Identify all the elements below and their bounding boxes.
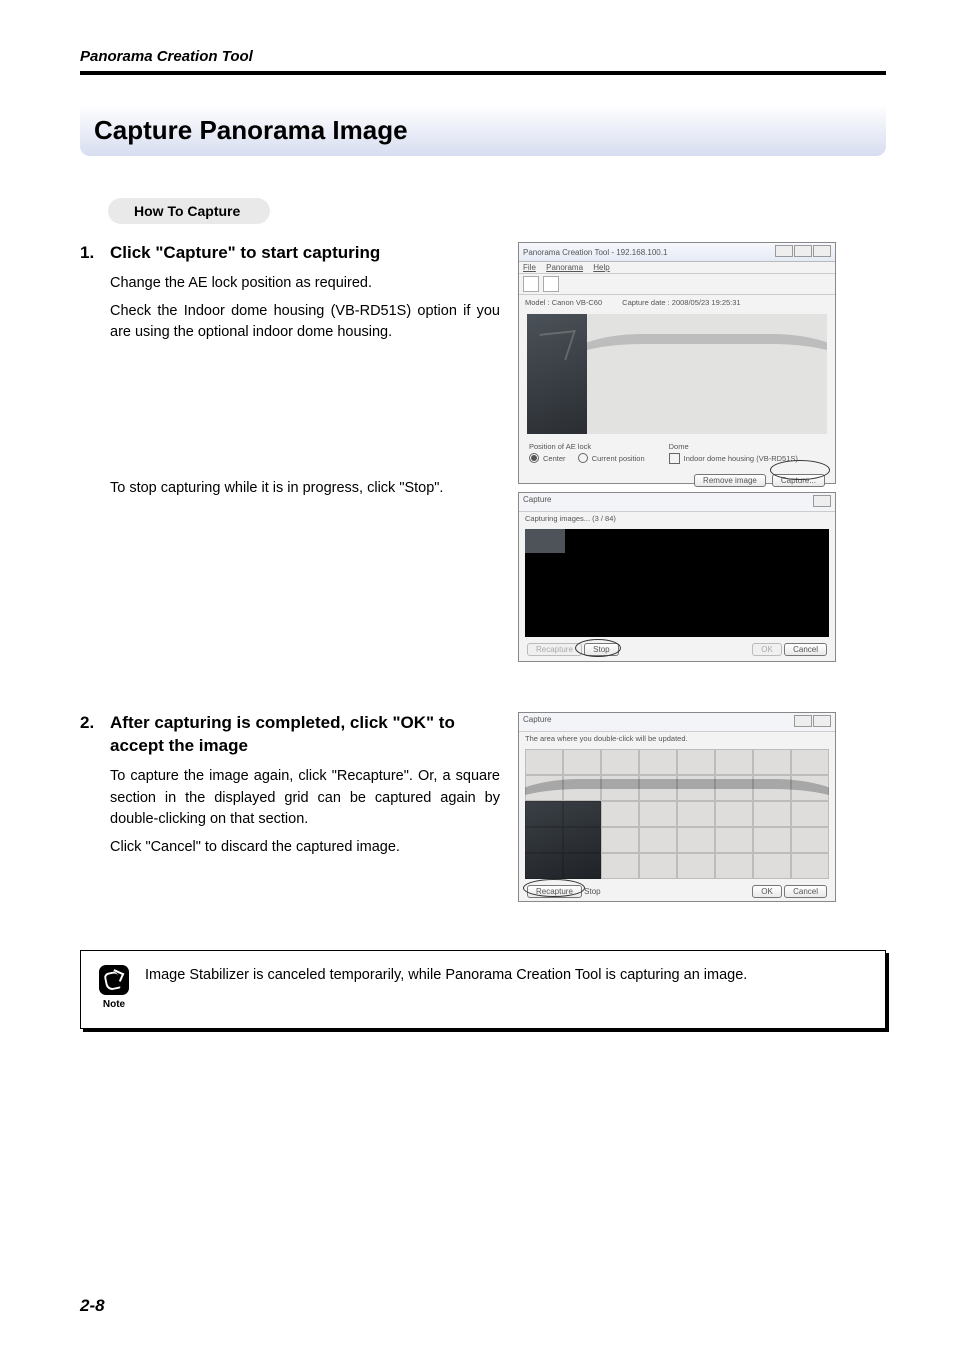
step-text: Change the AE lock position as required. [110, 273, 500, 295]
step-1: 1. Click "Capture" to start capturing Ch… [80, 242, 886, 662]
toolbar-icon[interactable] [543, 276, 559, 292]
radio-center-label: Center [543, 454, 566, 463]
screenshot-capture-progress: Capture Capturing images... (3 / 84) Rec… [518, 492, 836, 662]
toolbar-icon[interactable] [523, 276, 539, 292]
model-value: Canon VB-C60 [552, 298, 602, 307]
step-number: 2. [80, 713, 100, 733]
screenshot-main-window: Panorama Creation Tool - 192.168.100.1 F… [518, 242, 836, 484]
radio-current[interactable] [578, 453, 588, 463]
ok-button: OK [752, 643, 782, 656]
header-rule [80, 71, 886, 75]
toolbar [519, 274, 835, 295]
note-label: Note [103, 997, 125, 1012]
remove-image-button[interactable]: Remove image [694, 474, 766, 487]
step-2: 2. After capturing is completed, click "… [80, 712, 886, 902]
step-text: Check the Indoor dome housing (VB-RD51S)… [110, 301, 500, 345]
menu-help[interactable]: Help [593, 263, 609, 272]
cancel-button[interactable]: Cancel [784, 643, 827, 656]
capture-date-label: Capture date : [622, 298, 670, 307]
page-number: 2-8 [80, 1296, 105, 1316]
radio-current-label: Current position [592, 454, 645, 463]
ok-button[interactable]: OK [752, 885, 782, 898]
step-heading: Click "Capture" to start capturing [110, 242, 380, 265]
step-text: To capture the image again, click "Recap… [110, 766, 500, 831]
recapture-button: Recapture [527, 643, 582, 656]
cancel-button[interactable]: Cancel [784, 885, 827, 898]
stop-button: Stop [584, 887, 600, 896]
note-box: Note Image Stabilizer is canceled tempor… [80, 950, 886, 1029]
running-header: Panorama Creation Tool [80, 48, 886, 65]
step-text: To stop capturing while it is in progres… [110, 478, 500, 500]
ae-lock-group-label: Position of AE lock [529, 442, 645, 451]
note-icon [99, 965, 129, 995]
capture-result-preview[interactable] [525, 749, 829, 879]
checkbox-dome-label: Indoor dome housing (VB-RD51S) [684, 454, 798, 463]
checkbox-dome[interactable] [669, 453, 680, 464]
window-controls[interactable] [774, 245, 831, 259]
stop-button[interactable]: Stop [584, 643, 618, 656]
menu-panorama[interactable]: Panorama [546, 263, 583, 272]
radio-center[interactable] [529, 453, 539, 463]
step-heading: After capturing is completed, click "OK"… [110, 712, 500, 758]
capture-date-value: 2008/05/23 19:25:31 [672, 298, 741, 307]
panorama-preview [527, 314, 827, 434]
model-label: Model : [525, 298, 550, 307]
progress-text: Capturing images... (3 / 84) [519, 512, 835, 525]
window-controls[interactable] [793, 715, 831, 729]
recapture-button[interactable]: Recapture [527, 885, 582, 898]
capture-button[interactable]: Capture... [772, 474, 825, 487]
chapter-bar: Capture Panorama Image [80, 105, 886, 156]
chapter-title: Capture Panorama Image [94, 115, 872, 146]
dome-group-label: Dome [669, 442, 798, 451]
dialog-message: The area where you double-click will be … [519, 732, 835, 745]
close-icon[interactable] [812, 495, 831, 509]
screenshot-capture-complete: Capture The area where you double-click … [518, 712, 836, 902]
window-title: Panorama Creation Tool - 192.168.100.1 [523, 248, 667, 257]
menu-bar[interactable]: File Panorama Help [519, 262, 835, 274]
capture-preview [525, 529, 829, 637]
note-text: Image Stabilizer is canceled temporarily… [145, 965, 747, 987]
dialog-title: Capture [523, 495, 551, 509]
step-number: 1. [80, 243, 100, 263]
step-text: Click "Cancel" to discard the captured i… [110, 837, 500, 859]
menu-file[interactable]: File [523, 263, 536, 272]
section-subhead: How To Capture [108, 198, 270, 224]
dialog-title: Capture [523, 715, 551, 729]
